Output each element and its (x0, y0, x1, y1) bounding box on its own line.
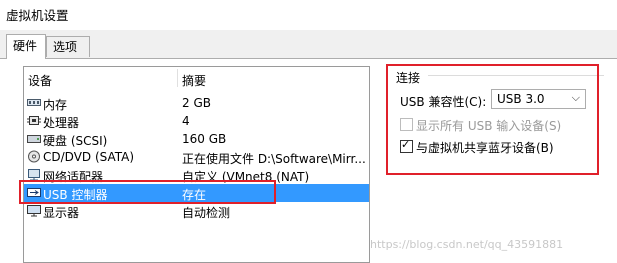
device-name: USB 控制器 (43, 188, 108, 202)
column-device[interactable]: 设备 (28, 72, 52, 89)
device-row-display[interactable]: 显示器 自动检测 (24, 202, 369, 220)
title-bar: 虚拟机设置 (0, 0, 617, 30)
tab-options[interactable]: 选项 (46, 36, 90, 57)
share-bluetooth-label: 与虚拟机共享蓝牙设备(B) (416, 141, 554, 155)
window-title: 虚拟机设置 (6, 8, 69, 23)
display-icon (27, 204, 41, 217)
device-row-memory[interactable]: 内存 2 GB (24, 94, 369, 112)
chevron-down-icon: ⌵ (571, 91, 580, 104)
share-bluetooth-checkbox[interactable]: ✓ (400, 138, 413, 153)
usb-compat-select[interactable]: USB 3.0 ⌵ (491, 89, 586, 109)
show-all-usb-label: 显示所有 USB 输入设备(S) (416, 119, 562, 133)
column-summary[interactable]: 摘要 (182, 72, 206, 89)
device-name: 硬盘 (SCSI) (43, 134, 108, 148)
device-row-network-adapter[interactable]: 网络适配器 自定义 (VMnet8 (NAT) (24, 166, 369, 184)
tab-strip: 硬件 选项 (0, 34, 617, 59)
device-row-usb-controller[interactable]: USB 控制器 存在 (24, 184, 369, 202)
device-name: 显示器 (43, 206, 80, 220)
network-adapter-icon (27, 168, 41, 181)
cd-dvd-icon (27, 150, 41, 163)
device-name: 处理器 (43, 116, 80, 130)
memory-icon (27, 96, 41, 109)
device-row-processor[interactable]: 处理器 4 (24, 112, 369, 130)
show-all-usb-checkbox[interactable] (400, 118, 413, 131)
column-divider (177, 69, 178, 87)
usb-controller-icon (27, 186, 41, 199)
device-row-cd-dvd[interactable]: CD/DVD (SATA) 正在使用文件 D:\Software\Mirr... (24, 148, 369, 166)
watermark: https://blog.csdn.net/qq_43591881 (370, 238, 564, 251)
device-summary: 4 (182, 114, 190, 128)
checkmark-icon: ✓ (401, 138, 411, 151)
usb-compat-value: USB 3.0 (497, 92, 545, 106)
device-summary: 自定义 (VMnet8 (NAT) (182, 170, 310, 184)
device-summary: 自动检测 (182, 206, 231, 220)
tab-hardware[interactable]: 硬件 (6, 34, 46, 59)
device-summary: 160 GB (182, 132, 227, 146)
hard-disk-icon (27, 132, 41, 145)
device-summary: 存在 (182, 188, 207, 202)
device-list[interactable]: 设备 摘要 内存 2 GB 处理器 4 硬盘 (SCSI) 160 GB CD/… (23, 66, 370, 263)
list-header: 设备 摘要 (24, 67, 369, 89)
device-name: 内存 (43, 98, 68, 112)
device-name: CD/DVD (SATA) (43, 150, 135, 164)
device-row-hard-disk[interactable]: 硬盘 (SCSI) 160 GB (24, 130, 369, 148)
device-summary: 正在使用文件 D:\Software\Mirr... (182, 152, 366, 166)
connection-group-title: 连接 (396, 71, 421, 85)
usb-compat-label: USB 兼容性(C): (400, 95, 487, 109)
group-divider (428, 75, 604, 76)
device-summary: 2 GB (182, 96, 211, 110)
processor-icon (27, 114, 41, 127)
device-name: 网络适配器 (43, 170, 104, 184)
